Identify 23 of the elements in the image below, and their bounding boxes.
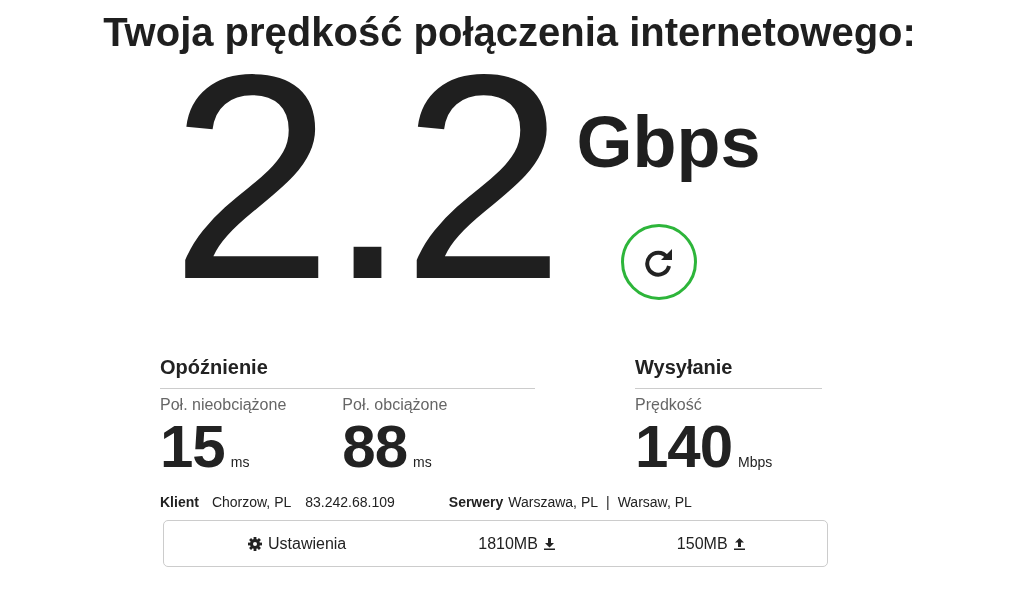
metric-value: 140 <box>635 416 733 478</box>
metric-value: 15 <box>160 416 225 478</box>
server-location: Warszawa, PL <box>508 494 598 510</box>
settings-button[interactable]: Ustawienia <box>248 534 347 553</box>
client-ip: 83.242.68.109 <box>305 494 395 510</box>
metric-label: Poł. obciążone <box>342 396 448 414</box>
metric-unit: Mbps <box>738 454 773 470</box>
client-label: Klient <box>160 494 199 510</box>
speed-unit: Gbps <box>576 102 761 182</box>
section-heading: Opóźnienie <box>160 355 535 389</box>
metric-unit: ms <box>413 454 432 470</box>
page-title: Twoja prędkość połączenia internetowego: <box>102 9 917 56</box>
separator: | <box>606 494 610 510</box>
metric-label: Poł. nieobciążone <box>160 396 287 414</box>
uploaded-amount: 150MB <box>676 534 728 553</box>
section-heading: Wysyłanie <box>635 355 822 389</box>
server-location: Warsaw, PL <box>617 494 692 510</box>
downloaded-amount: 1810MB <box>478 534 538 553</box>
metric-value: 88 <box>342 416 408 478</box>
metric-label: Prędkość <box>635 396 703 414</box>
metric-unit: ms <box>230 454 250 470</box>
client-location: Chorzow, PL <box>211 494 292 510</box>
servers-label: Serwery <box>448 494 504 510</box>
